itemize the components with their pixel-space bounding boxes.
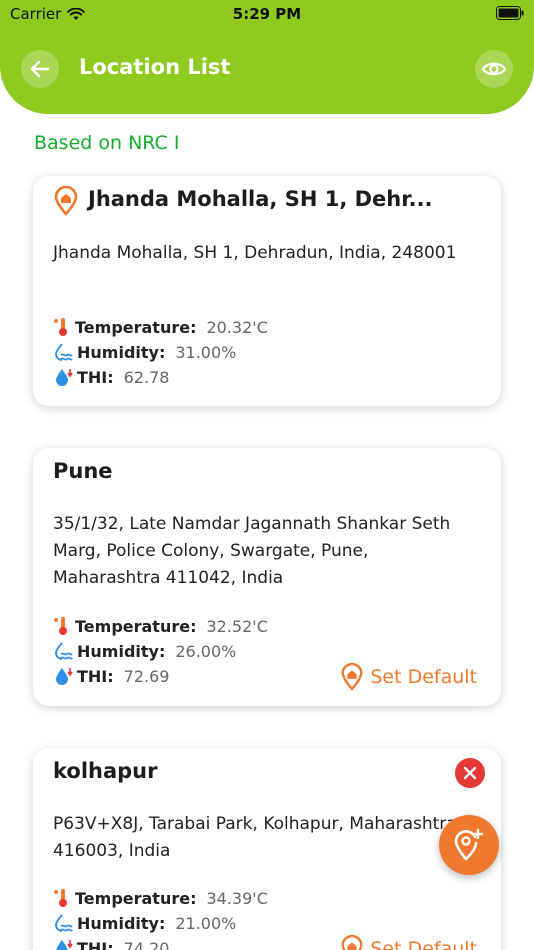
temperature-row: Temperature: 34.39'C <box>53 888 268 908</box>
battery-icon <box>496 6 524 20</box>
location-name: kolhapur <box>53 759 158 783</box>
app-header: Location List <box>0 30 534 114</box>
visibility-button[interactable] <box>475 50 513 88</box>
temperature-label: Temperature: <box>75 317 197 337</box>
temperature-label: Temperature: <box>75 888 197 908</box>
thi-label: THI: <box>77 367 114 387</box>
back-button[interactable] <box>21 50 59 88</box>
location-name: Jhanda Mohalla, SH 1, Dehr... <box>88 187 433 211</box>
thi-row: THI: 62.78 <box>53 367 169 387</box>
temperature-value: 20.32'C <box>206 317 268 337</box>
location-card[interactable]: Jhanda Mohalla, SH 1, Dehr... Jhanda Moh… <box>33 176 501 406</box>
temperature-value: 32.52'C <box>206 616 268 636</box>
humidity-row: Humidity: 26.00% <box>53 641 236 661</box>
location-address: Jhanda Mohalla, SH 1, Dehradun, India, 2… <box>53 243 457 263</box>
temperature-row: Temperature: 32.52'C <box>53 616 268 636</box>
thi-label: THI: <box>77 938 114 950</box>
humidity-value: 31.00% <box>175 342 237 362</box>
temperature-value: 34.39'C <box>206 888 268 908</box>
water-wave-icon <box>55 914 73 932</box>
home-location-pin-icon <box>54 186 78 216</box>
delete-location-button[interactable] <box>455 758 485 788</box>
water-drop-icon <box>56 940 73 950</box>
add-location-button[interactable] <box>439 815 499 875</box>
set-default-button[interactable]: Set Default <box>340 663 477 691</box>
location-card[interactable]: kolhapur P63V+X8J, Tarabai Park, Kolhapu… <box>33 748 501 950</box>
thermometer-icon <box>54 318 67 336</box>
set-default-label: Set Default <box>370 938 477 950</box>
set-default-button[interactable]: Set Default <box>340 935 477 950</box>
section-label: Based on NRC I <box>34 132 180 154</box>
humidity-label: Humidity: <box>77 641 166 661</box>
page-title: Location List <box>79 55 231 79</box>
home-location-pin-icon <box>341 663 363 691</box>
location-address: 35/1/32, Late Namdar Jagannath Shankar S… <box>53 514 451 588</box>
thi-row: THI: 74.20 <box>53 938 169 950</box>
home-location-pin-icon <box>341 935 363 950</box>
humidity-value: 26.00% <box>175 641 237 661</box>
eye-icon <box>481 62 507 76</box>
thi-label: THI: <box>77 666 114 686</box>
humidity-label: Humidity: <box>77 342 166 362</box>
set-default-label: Set Default <box>370 666 477 688</box>
water-drop-icon <box>56 668 73 685</box>
location-card[interactable]: Pune 35/1/32, Late Namdar Jagannath Shan… <box>33 448 501 706</box>
thermometer-icon <box>54 889 67 907</box>
water-drop-icon <box>56 369 73 386</box>
thi-value: 62.78 <box>123 367 170 387</box>
thi-row: THI: 72.69 <box>53 666 169 686</box>
status-bar: Carrier 5:29 PM <box>0 0 534 30</box>
thi-value: 72.69 <box>123 666 170 686</box>
humidity-row: Humidity: 21.00% <box>53 913 236 933</box>
temperature-label: Temperature: <box>75 616 197 636</box>
location-address: P63V+X8J, Tarabai Park, Kolhapur, Mahara… <box>53 814 457 861</box>
humidity-label: Humidity: <box>77 913 166 933</box>
status-time: 5:29 PM <box>232 5 302 23</box>
close-icon <box>463 766 477 780</box>
humidity-row: Humidity: 31.00% <box>53 342 236 362</box>
humidity-value: 21.00% <box>175 913 237 933</box>
thermometer-icon <box>54 617 67 635</box>
temperature-row: Temperature: 20.32'C <box>53 317 268 337</box>
location-name: Pune <box>53 459 113 483</box>
water-wave-icon <box>55 343 73 361</box>
arrow-left-icon <box>30 60 50 78</box>
water-wave-icon <box>55 642 73 660</box>
add-location-icon <box>454 828 484 861</box>
thi-value: 74.20 <box>123 938 170 950</box>
